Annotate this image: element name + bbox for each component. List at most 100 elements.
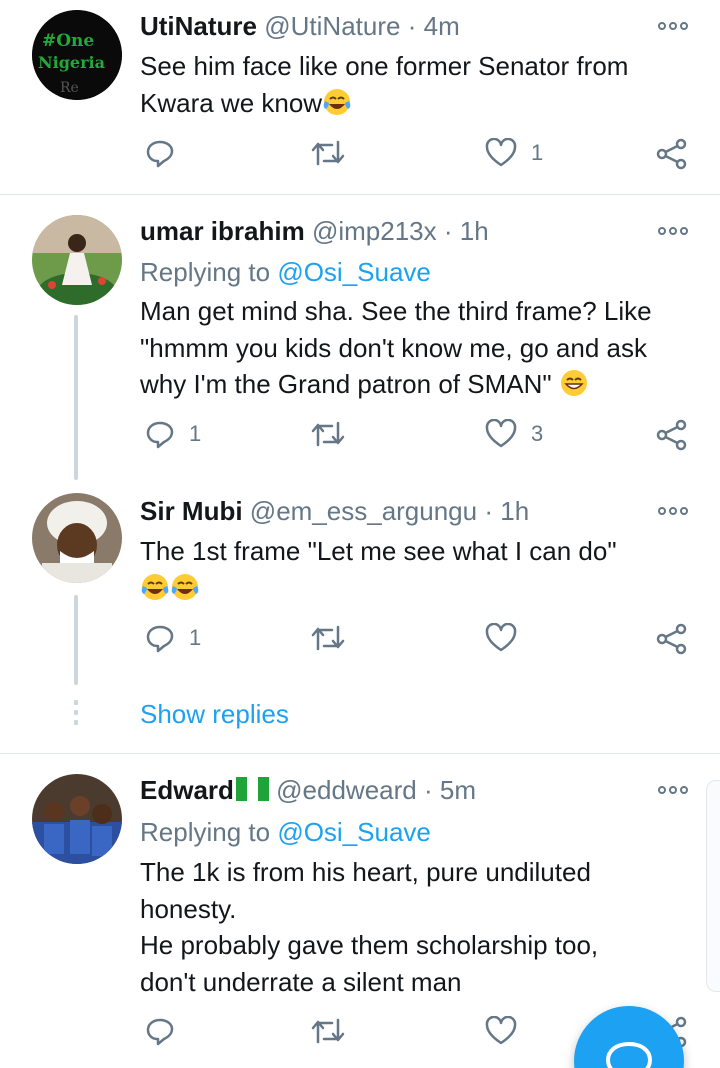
svg-text:Nigeria: Nigeria <box>38 53 105 72</box>
tweet-sir-mubi[interactable]: Sir Mubi @em_ess_argungu · 1h The 1st fr… <box>0 485 720 685</box>
reply-count: 1 <box>189 421 202 446</box>
timestamp[interactable]: 4m <box>424 11 460 41</box>
user-handle[interactable]: @imp213x <box>312 216 437 246</box>
tweet-header: umar ibrahim @imp213x · 1h <box>140 215 650 247</box>
scroll-edge[interactable] <box>706 780 720 992</box>
more-options-icon[interactable] <box>658 786 688 794</box>
grinning-face-with-smiling-eyes-icon <box>560 370 587 396</box>
reply-icon <box>146 625 174 653</box>
like-count: 3 <box>531 421 544 446</box>
like-count: 1 <box>531 140 544 165</box>
tweet-header: UtiNature @UtiNature · 4m <box>140 10 650 42</box>
heart-icon <box>485 419 517 448</box>
like-button[interactable]: 1 <box>485 138 543 168</box>
timestamp[interactable]: 1h <box>500 496 529 526</box>
tweet-actions: 1 3 <box>0 419 720 459</box>
reply-button[interactable]: 1 <box>145 419 201 449</box>
retweet-icon <box>311 1018 345 1044</box>
reply-button[interactable] <box>145 1016 189 1046</box>
tweet-text-line: don't underrate a silent man <box>140 966 462 997</box>
user-handle[interactable]: @eddweard <box>276 775 417 805</box>
replying-to-handle[interactable]: @Osi_Suave <box>277 257 431 287</box>
tweet-utinature[interactable]: #One Nigeria Re UtiNature @UtiNature · 4… <box>0 0 720 194</box>
user-handle[interactable]: @em_ess_argungu <box>250 496 477 526</box>
more-options-icon[interactable] <box>658 227 688 235</box>
compose-icon <box>605 1041 653 1068</box>
tweet-text-line: See him face like one former Senator fro… <box>140 51 629 81</box>
avatar[interactable] <box>32 774 122 864</box>
tweet-text-line: The 1st frame "Let me see what I can do" <box>140 536 617 566</box>
tweet-text-line: honesty. <box>140 893 237 924</box>
like-button[interactable]: 3 <box>485 419 543 449</box>
user-handle[interactable]: @UtiNature <box>264 11 400 41</box>
face-with-tears-of-joy-icon <box>141 573 169 600</box>
more-options-icon[interactable] <box>658 22 688 30</box>
avatar[interactable] <box>32 215 122 305</box>
display-name[interactable]: Sir Mubi <box>140 496 243 526</box>
share-button[interactable] <box>656 623 688 655</box>
replying-to-handle[interactable]: @Osi_Suave <box>277 817 431 847</box>
retweet-icon <box>311 421 345 447</box>
tweet-header: Edward @eddweard · 5m <box>140 774 650 806</box>
nigeria-flag-icon <box>235 777 269 801</box>
tweet-text-line: Man get mind sha. See the third frame? L… <box>140 296 652 326</box>
thread-dots <box>74 700 78 725</box>
like-button[interactable] <box>485 623 531 653</box>
share-icon <box>656 138 687 170</box>
tweet-text-line: "hmmm you kids don't know me, go and ask <box>140 332 647 363</box>
tweet-text-line: why I'm the Grand patron of SMAN" <box>140 369 552 399</box>
show-replies-link[interactable]: Show replies <box>140 699 289 730</box>
reply-icon <box>146 421 174 449</box>
retweet-button[interactable] <box>310 138 360 168</box>
reply-button[interactable] <box>145 138 189 168</box>
heart-icon <box>485 138 517 167</box>
avatar-image <box>32 215 122 305</box>
display-name[interactable]: UtiNature <box>140 11 257 41</box>
svg-text:#One: #One <box>42 31 94 51</box>
reply-icon <box>146 140 174 168</box>
heart-icon <box>485 1016 517 1045</box>
avatar-image <box>32 774 122 864</box>
display-name[interactable]: umar ibrahim <box>140 216 305 246</box>
share-button[interactable] <box>656 138 688 170</box>
retweet-icon <box>311 625 345 651</box>
reply-icon <box>146 1018 174 1046</box>
tweet-text: The 1st frame "Let me see what I can do" <box>140 533 690 606</box>
avatar-image <box>32 493 122 583</box>
face-with-tears-of-joy-icon <box>171 573 199 600</box>
svg-text:Re: Re <box>60 80 79 96</box>
tweet-actions: 1 <box>0 623 720 663</box>
face-with-tears-of-joy-icon <box>323 88 351 115</box>
reply-count: 1 <box>189 625 202 650</box>
share-icon <box>656 419 687 451</box>
compose-button[interactable] <box>574 1006 684 1068</box>
tweet-text-line: The 1k is from his heart, pure undiluted <box>140 857 591 887</box>
replying-to: Replying to @Osi_Suave <box>140 255 431 289</box>
timestamp[interactable]: 1h <box>460 216 489 246</box>
retweet-button[interactable] <box>310 1016 360 1046</box>
tweet-text: The 1k is from his heart, pure undiluted… <box>140 854 690 1000</box>
replying-to-label: Replying to <box>140 817 271 847</box>
retweet-button[interactable] <box>310 419 360 449</box>
like-button[interactable] <box>485 1016 531 1046</box>
timestamp[interactable]: 5m <box>440 775 476 805</box>
separator-dot: · <box>443 216 453 246</box>
separator-dot: · <box>484 496 494 526</box>
avatar[interactable]: #One Nigeria Re <box>32 10 122 100</box>
separator-dot: · <box>407 11 417 41</box>
share-button[interactable] <box>656 419 688 451</box>
more-options-icon[interactable] <box>658 507 688 515</box>
replying-to-label: Replying to <box>140 257 271 287</box>
tweet-text-line: He probably gave them scholarship too, <box>140 930 599 960</box>
display-name[interactable]: Edward <box>140 775 234 805</box>
avatar[interactable] <box>32 493 122 583</box>
heart-icon <box>485 623 517 652</box>
retweet-button[interactable] <box>310 623 360 653</box>
tweet-actions: 1 <box>0 138 720 178</box>
retweet-icon <box>311 140 345 166</box>
tweet-umar-ibrahim[interactable]: umar ibrahim @imp213x · 1h Replying to @… <box>0 195 720 485</box>
tweet-header: Sir Mubi @em_ess_argungu · 1h <box>140 495 650 527</box>
tweet-text-line: Kwara we know <box>140 87 323 118</box>
replying-to: Replying to @Osi_Suave <box>140 815 431 849</box>
reply-button[interactable]: 1 <box>145 623 201 653</box>
